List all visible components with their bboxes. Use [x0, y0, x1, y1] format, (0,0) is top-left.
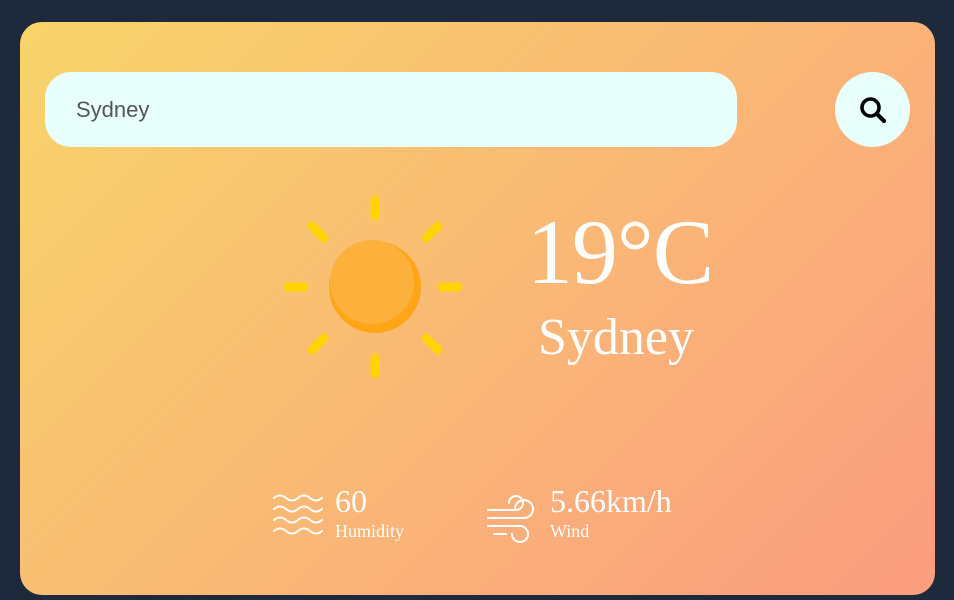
humidity-value: 60 — [335, 483, 367, 519]
wind-icon — [487, 495, 534, 543]
search-icon — [859, 96, 886, 123]
search-button[interactable] — [835, 72, 910, 147]
humidity-label: Humidity — [335, 521, 405, 541]
search-input[interactable] — [45, 72, 737, 147]
city-name: Sydney — [538, 309, 694, 366]
humidity-stat: 60 Humidity — [335, 485, 404, 540]
weather-card: 19°C Sydney 60 Humidity 5.66km/h Wind — [20, 22, 935, 595]
sun-icon — [283, 195, 463, 379]
humidity-icon — [273, 494, 323, 535]
wind-value: 5.66km/h — [550, 483, 672, 519]
wind-label: Wind — [550, 521, 590, 541]
wind-stat: 5.66km/h Wind — [550, 485, 672, 540]
temperature: 19°C — [526, 201, 714, 303]
